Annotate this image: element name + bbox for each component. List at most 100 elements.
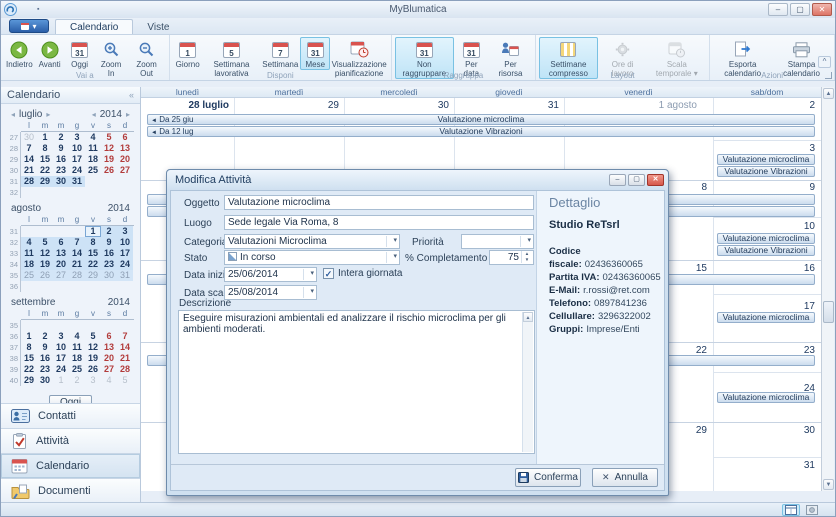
dialog-close-button[interactable]: ✕: [647, 174, 664, 186]
event-item[interactable]: Valutazione Vibrazioni: [717, 245, 815, 256]
mini-day-cell[interactable]: 28: [7, 143, 21, 154]
mini-day-cell[interactable]: 12: [85, 342, 101, 353]
mini-day-cell[interactable]: 3: [53, 331, 69, 342]
mini-day-cell[interactable]: 29: [7, 154, 21, 165]
mini-day-cell[interactable]: 31: [69, 176, 85, 187]
annulla-button[interactable]: ✕ Annulla: [592, 468, 658, 487]
mini-day-cell[interactable]: 10: [69, 143, 85, 154]
sidebar-item-calendario[interactable]: Calendario: [1, 453, 140, 478]
giorno-button[interactable]: 1 Giorno: [173, 37, 203, 70]
mini-day-cell[interactable]: 20: [101, 353, 117, 364]
mini-day-cell[interactable]: 13: [101, 342, 117, 353]
oggetto-input[interactable]: [224, 195, 534, 210]
app-menu-button[interactable]: ▾: [9, 19, 49, 33]
mini-day-cell[interactable]: [37, 187, 53, 198]
mini-day-cell[interactable]: 26: [101, 165, 117, 176]
textarea-scrollbar[interactable]: ▲: [522, 312, 533, 452]
mini-day-cell[interactable]: 18: [69, 353, 85, 364]
mini-day-cell[interactable]: 17: [117, 248, 133, 259]
mini-day-cell[interactable]: 31: [7, 176, 21, 187]
mini-day-cell[interactable]: 32: [7, 187, 21, 198]
mini-day-cell[interactable]: 11: [85, 143, 101, 154]
mini-day-cell[interactable]: 25: [85, 165, 101, 176]
mini-day-cell[interactable]: 7: [21, 143, 37, 154]
collapse-ribbon-icon[interactable]: ^: [818, 56, 831, 68]
mini-day-cell[interactable]: [101, 320, 117, 331]
mini-day-cell[interactable]: [117, 176, 133, 187]
mini-day-cell[interactable]: 10: [117, 237, 133, 248]
mini-day-cell[interactable]: [53, 320, 69, 331]
mini-day-cell[interactable]: 22: [85, 259, 101, 270]
mini-day-cell[interactable]: [21, 281, 37, 292]
mini-day-cell[interactable]: 11: [21, 248, 37, 259]
data-scadenza-picker[interactable]: 25/08/2014 ▾: [224, 285, 317, 300]
mini-day-cell[interactable]: [69, 320, 85, 331]
mini-day-cell[interactable]: 8: [37, 143, 53, 154]
mini-day-cell[interactable]: 6: [101, 331, 117, 342]
mini-day-cell[interactable]: 6: [117, 132, 133, 143]
mini-day-cell[interactable]: [37, 226, 53, 237]
mini-day-cell[interactable]: 36: [7, 281, 21, 292]
mini-day-cell[interactable]: 10: [53, 342, 69, 353]
mini-day-cell[interactable]: 1: [21, 331, 37, 342]
intera-giornata-checkbox[interactable]: ✓ Intera giornata: [323, 268, 403, 279]
mini-day-cell[interactable]: 23: [37, 364, 53, 375]
conferma-button[interactable]: Conferma: [515, 468, 581, 487]
mini-day-cell[interactable]: 20: [117, 154, 133, 165]
mini-day-cell[interactable]: 17: [53, 353, 69, 364]
event-item[interactable]: Valutazione microclima: [717, 154, 815, 165]
mini-day-cell[interactable]: 13: [53, 248, 69, 259]
mini-day-cell[interactable]: 31: [7, 226, 21, 237]
mini-day-cell[interactable]: 2: [69, 375, 85, 386]
mini-day-cell[interactable]: 30: [7, 165, 21, 176]
luogo-input[interactable]: [224, 215, 534, 230]
mini-day-cell[interactable]: 28: [21, 176, 37, 187]
mini-day-cell[interactable]: 5: [101, 132, 117, 143]
mini-day-cell[interactable]: 22: [21, 364, 37, 375]
mini-day-cell[interactable]: 29: [85, 270, 101, 281]
mini-day-cell[interactable]: 37: [7, 342, 21, 353]
mini-day-cell[interactable]: [117, 187, 133, 198]
prev-month-icon[interactable]: ◂: [11, 110, 15, 119]
mini-day-cell[interactable]: 39: [7, 364, 21, 375]
mini-day-cell[interactable]: 7: [117, 331, 133, 342]
mini-day-cell[interactable]: 25: [69, 364, 85, 375]
close-button[interactable]: ✕: [812, 3, 832, 16]
mini-day-cell[interactable]: [85, 281, 101, 292]
mini-day-cell[interactable]: [69, 187, 85, 198]
scroll-up-icon[interactable]: ▲: [823, 88, 834, 99]
mini-day-cell[interactable]: 26: [37, 270, 53, 281]
oggi-button[interactable]: 31 Oggi: [65, 37, 95, 70]
avanti-button[interactable]: Avanti: [35, 37, 65, 70]
stato-select[interactable]: In corso ▾: [224, 250, 400, 265]
mini-day-cell[interactable]: 2: [53, 132, 69, 143]
mini-day-cell[interactable]: 11: [69, 342, 85, 353]
tab-viste[interactable]: Viste: [133, 20, 183, 34]
mini-day-cell[interactable]: 27: [117, 165, 133, 176]
prev-year-icon[interactable]: ◂: [92, 110, 96, 119]
mini-day-cell[interactable]: 9: [53, 143, 69, 154]
event-banner[interactable]: ◄ Da 12 lug Valutazione Vibrazioni: [147, 126, 815, 137]
mini-day-cell[interactable]: 16: [101, 248, 117, 259]
categoria-select[interactable]: Valutazioni Microclima ▾: [224, 234, 400, 249]
mini-day-cell[interactable]: [37, 320, 53, 331]
mini-day-cell[interactable]: 36: [7, 331, 21, 342]
mini-day-cell[interactable]: 2: [37, 331, 53, 342]
mini-day-cell[interactable]: 22: [37, 165, 53, 176]
mini-day-cell[interactable]: 31: [117, 270, 133, 281]
mini-day-cell[interactable]: 35: [7, 270, 21, 281]
mini-day-cell[interactable]: [53, 281, 69, 292]
mini-day-cell[interactable]: 21: [21, 165, 37, 176]
mini-day-cell[interactable]: 15: [21, 353, 37, 364]
mini-day-cell[interactable]: [85, 176, 101, 187]
mini-day-cell[interactable]: 12: [37, 248, 53, 259]
mini-day-cell[interactable]: [85, 320, 101, 331]
mini-day-cell[interactable]: [21, 187, 37, 198]
mini-day-cell[interactable]: 5: [85, 331, 101, 342]
mini-day-cell[interactable]: 30: [37, 375, 53, 386]
mini-day-cell[interactable]: 19: [101, 154, 117, 165]
mini-day-cell[interactable]: [101, 281, 117, 292]
tab-calendario[interactable]: Calendario: [55, 19, 134, 34]
mini-day-cell[interactable]: 32: [7, 237, 21, 248]
next-month-icon[interactable]: ▸: [46, 110, 50, 119]
